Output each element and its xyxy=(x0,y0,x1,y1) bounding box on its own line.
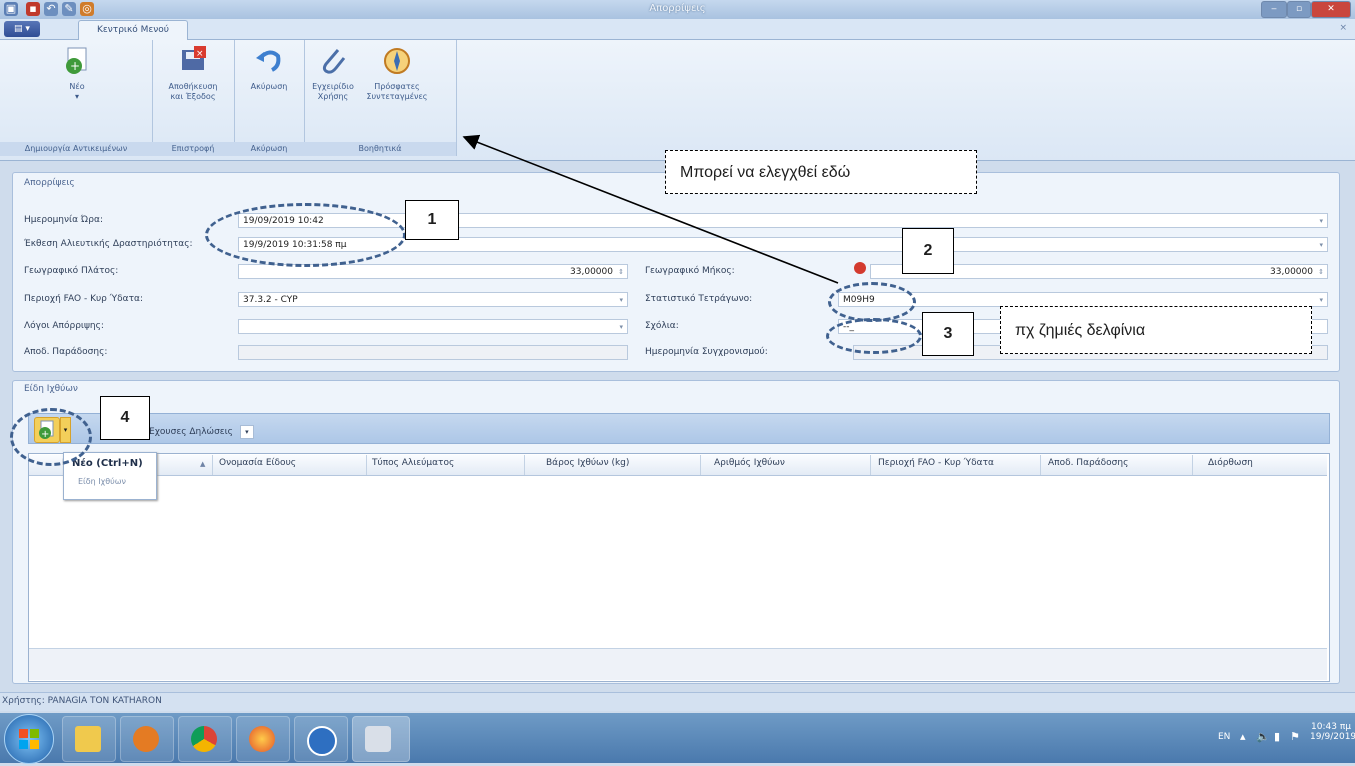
annotation-arrow xyxy=(462,134,839,284)
